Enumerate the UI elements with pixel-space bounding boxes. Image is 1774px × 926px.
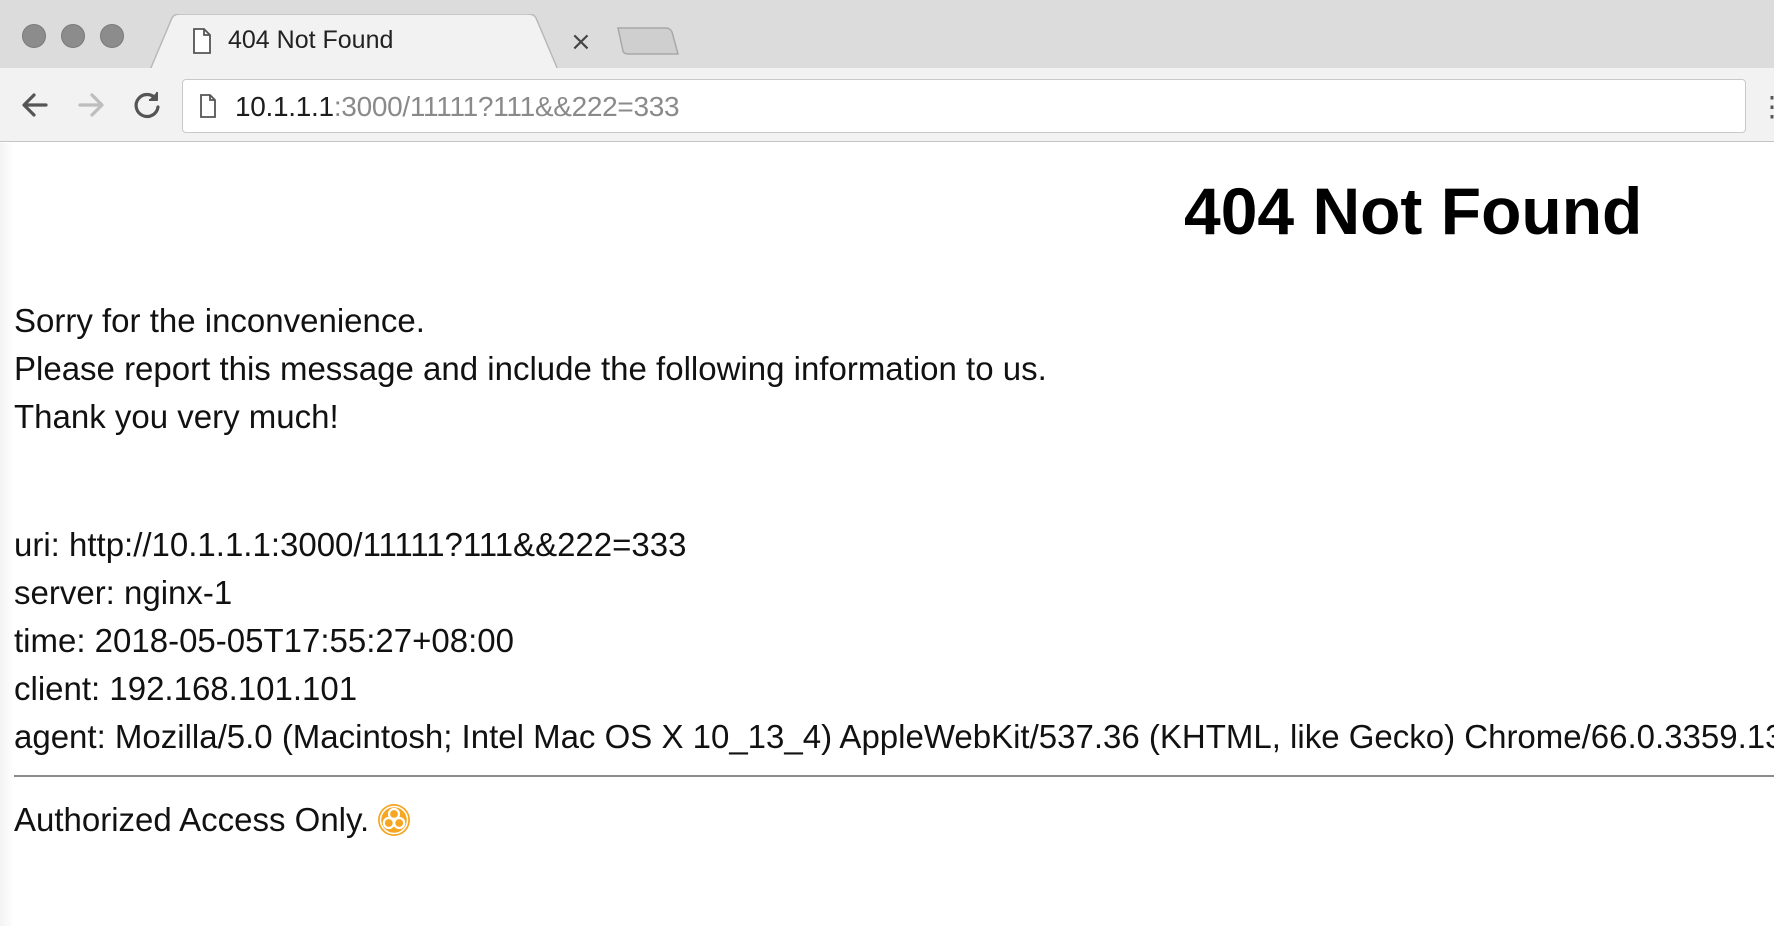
new-tab-button[interactable] [616,26,680,60]
arrow-left-icon[interactable] [16,86,54,124]
horizontal-rule [14,775,1774,777]
request-info: uri: http://10.1.1.1:3000/11111?111&&222… [14,521,1774,761]
biohazard-icon [377,803,411,837]
page-content: 404 Not Found Sorry for the inconvenienc… [0,143,1774,926]
tab-title: 404 Not Found [228,26,394,54]
tab-close-icon[interactable]: × [570,29,592,55]
info-time: time: 2018-05-05T17:55:27+08:00 [14,622,514,659]
info-client: client: 192.168.101.101 [14,670,358,707]
message-line: Please report this message and include t… [14,350,1047,387]
page-title: 404 Not Found [1184,174,1643,248]
apology-message: Sorry for the inconvenience. Please repo… [14,297,1047,441]
tab-404-not-found[interactable]: 404 Not Found × [150,14,608,70]
window-close-icon[interactable] [22,24,46,48]
footer: Authorized Access Only. [14,801,411,839]
footer-text: Authorized Access Only. [14,801,370,838]
info-uri: uri: http://10.1.1.1:3000/11111?111&&222… [14,526,687,563]
url-path: :3000/11111?111&&222=333 [333,91,680,122]
browser-titlebar: 404 Not Found × [0,0,1774,70]
info-agent: agent: Mozilla/5.0 (Macintosh; Intel Mac… [14,718,1774,755]
arrow-right-icon[interactable] [72,86,110,124]
browser-menu-icon[interactable]: ⋮ [1758,90,1774,123]
address-bar-url[interactable]: 10.1.1.1:3000/11111?111&&222=333 [235,91,680,123]
window-zoom-icon[interactable] [100,24,124,48]
page-info-icon[interactable] [199,94,217,122]
window-minimize-icon[interactable] [61,24,85,48]
message-line: Sorry for the inconvenience. [14,302,425,339]
info-server: server: nginx-1 [14,574,233,611]
browser-toolbar: 10.1.1.1:3000/11111?111&&222=333 ⋮ [0,68,1774,142]
reload-icon[interactable] [128,86,166,124]
url-host: 10.1.1.1 [235,91,334,122]
message-line: Thank you very much! [14,398,339,435]
address-bar[interactable]: 10.1.1.1:3000/11111?111&&222=333 [182,79,1746,133]
